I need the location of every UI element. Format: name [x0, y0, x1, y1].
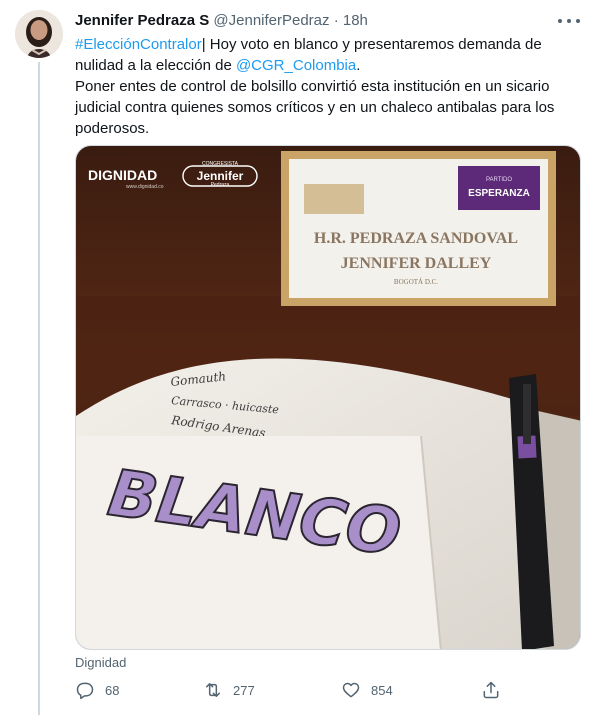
logo-jennifer-top: CONGRESISTA — [202, 161, 239, 167]
tweet-text-part: . — [356, 57, 361, 74]
reply-count: 68 — [105, 682, 120, 698]
blanco-note: BLANCO — [76, 435, 442, 649]
sign-line-3: BOGOTÁ D.C. — [394, 278, 438, 286]
author-handle[interactable]: @JenniferPedraz — [213, 12, 329, 29]
sign-line-1: H.R. PEDRAZA SANDOVAL — [314, 230, 518, 247]
sign-badge-top: PARTIDO — [486, 177, 512, 183]
sign-badge: ESPERANZA — [468, 188, 530, 199]
tweet-actions: 68 277 854 — [75, 680, 515, 706]
heart-icon — [342, 682, 360, 698]
retweet-button[interactable]: 277 — [203, 680, 255, 700]
share-icon — [483, 681, 499, 699]
author-name[interactable]: Jennifer Pedraza S — [75, 12, 209, 29]
tweet-text: #ElecciónContralor| Hoy voto en blanco y… — [75, 34, 580, 139]
tweet-text-line: Poner entes de control de bolsillo convi… — [75, 78, 555, 137]
logo-jennifer-sub: Pedraza — [211, 182, 230, 188]
thread-line — [38, 62, 40, 715]
logo-jennifer-name: Jennifer — [197, 169, 244, 183]
tweet-time[interactable]: 18h — [343, 12, 368, 29]
tweet-header: Jennifer Pedraza S @JenniferPedraz · 18h — [75, 11, 368, 31]
separator-dot: · — [333, 12, 339, 29]
retweet-count: 277 — [233, 682, 255, 698]
like-button[interactable]: 854 — [341, 680, 393, 700]
hashtag-link[interactable]: #ElecciónContralor — [75, 36, 202, 53]
media-source[interactable]: Dignidad — [75, 654, 126, 672]
share-button[interactable] — [481, 680, 501, 700]
reply-button[interactable]: 68 — [75, 680, 119, 700]
reply-icon — [76, 682, 94, 700]
more-options-icon[interactable] — [558, 12, 580, 30]
logo-dignidad: DIGNIDAD — [88, 167, 157, 183]
author-avatar[interactable] — [15, 10, 63, 58]
like-count: 854 — [371, 682, 393, 698]
name-plate: PARTIDO ESPERANZA H.R. PEDRAZA SANDOVAL … — [281, 151, 556, 306]
logo-dignidad-sub: www.dignidad.co — [126, 184, 164, 190]
sign-line-2: JENNIFER DALLEY — [341, 255, 492, 272]
tweet-image[interactable]: PARTIDO ESPERANZA H.R. PEDRAZA SANDOVAL … — [75, 145, 581, 650]
retweet-icon — [206, 683, 220, 697]
mention-link[interactable]: @CGR_Colombia — [236, 57, 356, 74]
